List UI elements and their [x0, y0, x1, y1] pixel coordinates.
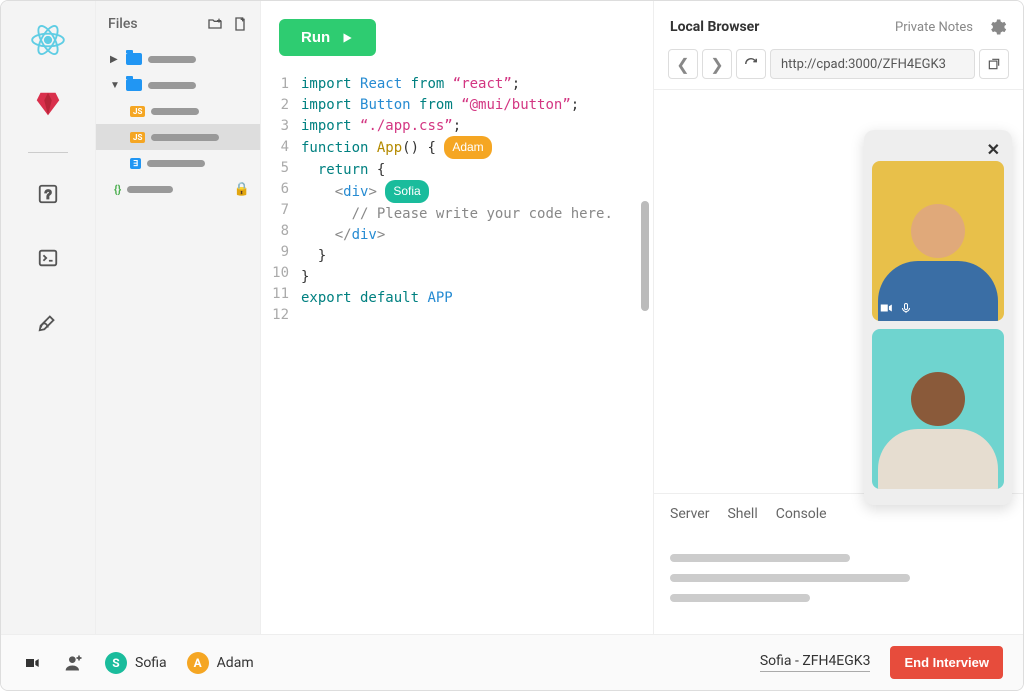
- file-name-placeholder: [151, 134, 219, 141]
- scrollbar-thumb[interactable]: [641, 201, 649, 311]
- file-name-placeholder: [151, 108, 199, 115]
- tab-shell[interactable]: Shell: [727, 506, 757, 522]
- code-lines[interactable]: import React from “react”; import Button…: [301, 74, 613, 330]
- gear-icon[interactable]: [987, 17, 1007, 37]
- reload-button[interactable]: [736, 49, 766, 79]
- cursor-adam: Adam: [444, 136, 491, 159]
- url-bar[interactable]: http://cpad:3000/ZFH4EGK3: [770, 49, 975, 79]
- popout-button[interactable]: [979, 49, 1009, 79]
- run-button-label: Run: [301, 29, 330, 46]
- terminal-icon[interactable]: [27, 237, 69, 279]
- js-file-icon: JS: [130, 106, 145, 117]
- run-button[interactable]: Run: [279, 19, 376, 56]
- files-panel: Files ▶ ▼ JS: [96, 1, 261, 634]
- video-tile[interactable]: [872, 161, 1004, 321]
- icon-rail: ?: [1, 1, 96, 634]
- video-tile[interactable]: [872, 329, 1004, 489]
- participant[interactable]: S Sofia: [105, 652, 167, 674]
- files-title: Files: [108, 16, 138, 32]
- play-icon: [340, 31, 354, 45]
- console-output: [654, 534, 1023, 634]
- new-folder-icon[interactable]: [206, 16, 224, 32]
- css-file-icon: ∃: [130, 158, 141, 169]
- video-call-card[interactable]: ✕: [864, 130, 1012, 505]
- close-icon[interactable]: ✕: [872, 138, 1004, 161]
- rail-divider: [28, 152, 68, 153]
- end-interview-button[interactable]: End Interview: [890, 646, 1003, 679]
- line-gutter: 123456789101112: [261, 74, 301, 330]
- avatar: S: [105, 652, 127, 674]
- js-file-icon: JS: [130, 132, 145, 143]
- camera-icon[interactable]: [878, 301, 894, 315]
- avatar: A: [187, 652, 209, 674]
- ruby-icon[interactable]: [27, 83, 69, 125]
- tab-server[interactable]: Server: [670, 506, 709, 522]
- tree-file[interactable]: JS: [96, 98, 260, 124]
- participant-name: Adam: [217, 655, 254, 671]
- chevron-right-icon: ▶: [110, 54, 120, 65]
- footer-bar: S Sofia A Adam Sofia - ZFH4EGK3 End Inte…: [1, 634, 1023, 690]
- new-file-icon[interactable]: [232, 16, 248, 32]
- file-name-placeholder: [127, 186, 173, 193]
- help-icon[interactable]: ?: [27, 173, 69, 215]
- mic-icon[interactable]: [900, 301, 912, 315]
- json-file-icon: {}: [114, 183, 121, 196]
- tree-file[interactable]: ∃: [96, 150, 260, 176]
- folder-icon: [126, 79, 142, 91]
- add-user-icon[interactable]: [63, 653, 85, 673]
- browser-title: Local Browser: [670, 19, 759, 35]
- participant-name: Sofia: [135, 655, 167, 671]
- code-editor[interactable]: Run 123456789101112 import React from “r…: [261, 1, 653, 634]
- react-icon[interactable]: [27, 19, 69, 61]
- participant[interactable]: A Adam: [187, 652, 254, 674]
- forward-button[interactable]: ❯: [702, 49, 732, 79]
- tree-file[interactable]: {} 🔒: [96, 176, 260, 202]
- cursor-sofia: Sofia: [385, 180, 428, 203]
- folder-icon: [126, 53, 142, 65]
- file-name-placeholder: [148, 82, 196, 89]
- draw-icon[interactable]: [27, 301, 69, 343]
- session-label[interactable]: Sofia - ZFH4EGK3: [760, 653, 871, 672]
- file-name-placeholder: [147, 160, 205, 167]
- tree-file[interactable]: JS: [96, 124, 260, 150]
- svg-text:?: ?: [45, 188, 52, 202]
- private-notes-link[interactable]: Private Notes: [895, 20, 973, 35]
- tab-console[interactable]: Console: [776, 506, 827, 522]
- lock-icon: 🔒: [234, 182, 250, 197]
- file-name-placeholder: [148, 56, 196, 63]
- chevron-down-icon: ▼: [110, 80, 120, 91]
- tree-folder[interactable]: ▶: [96, 46, 260, 72]
- browser-panel: Local Browser Private Notes ❮ ❯ http://c…: [653, 1, 1023, 634]
- back-button[interactable]: ❮: [668, 49, 698, 79]
- tree-folder[interactable]: ▼: [96, 72, 260, 98]
- file-tree: ▶ ▼ JS JS ∃: [96, 46, 260, 202]
- camera-icon[interactable]: [21, 655, 43, 671]
